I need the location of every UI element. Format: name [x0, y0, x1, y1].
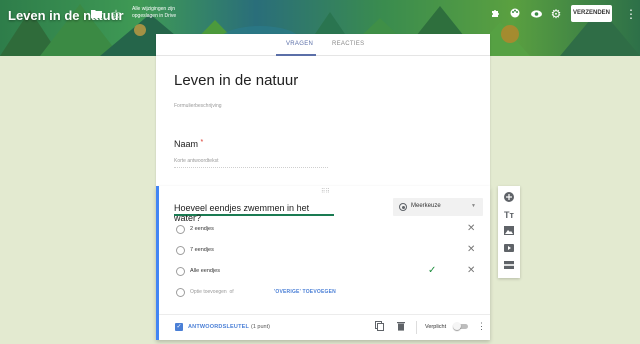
- send-button[interactable]: VERZENDEN: [571, 5, 612, 22]
- question-naam-text: Naam: [174, 139, 199, 149]
- answer-key-button[interactable]: ANTWOORDSLEUTEL: [188, 324, 249, 330]
- radio-icon: [176, 225, 185, 234]
- tab-questions[interactable]: VRAGEN: [286, 41, 313, 47]
- question-naam-label[interactable]: Naam *: [174, 139, 203, 149]
- delete-icon[interactable]: [397, 321, 405, 335]
- add-option-row: Optie toevoegen of 'OVERIGE' TOEVOEGEN: [176, 286, 481, 300]
- remove-option-icon[interactable]: ✕: [467, 244, 475, 255]
- duplicate-icon[interactable]: [375, 321, 384, 335]
- add-image-icon[interactable]: [503, 226, 515, 238]
- radio-checked-icon: [399, 203, 407, 211]
- add-video-icon[interactable]: [503, 243, 515, 255]
- option-label[interactable]: Alle eendjes: [190, 268, 220, 274]
- option-row[interactable]: 2 eendjes ✕: [176, 223, 481, 237]
- drag-handle-icon[interactable]: ⠿⠿: [321, 188, 330, 195]
- folder-icon[interactable]: [89, 7, 103, 21]
- app-title: Leven in de natuur: [8, 8, 124, 23]
- question-type-label: Meerkeuze: [411, 203, 441, 209]
- footer-divider: [416, 321, 417, 334]
- add-section-icon[interactable]: [503, 260, 515, 272]
- radio-icon: [176, 246, 185, 255]
- points-label: (1 punt): [251, 324, 270, 330]
- form-header-card: VRAGEN REACTIES Leven in de natuur Formu…: [156, 34, 490, 186]
- option-label[interactable]: 2 eendjes: [190, 226, 214, 232]
- top-bar: Leven in de natuur ☆ Alle wijzigingen zi…: [0, 0, 640, 30]
- short-answer-hint: Korte antwoordtekst: [174, 158, 328, 168]
- tab-responses[interactable]: REACTIES: [332, 41, 364, 47]
- puzzle-icon[interactable]: [489, 7, 503, 21]
- tab-indicator: [276, 54, 316, 56]
- save-status: Alle wijzigingen zijn opgeslagen in Driv…: [132, 6, 177, 19]
- add-question-icon[interactable]: [503, 192, 515, 204]
- tab-bar: VRAGEN REACTIES: [156, 34, 490, 56]
- answer-key-checkbox-icon[interactable]: ✓: [175, 323, 183, 331]
- palette-icon[interactable]: [508, 7, 522, 21]
- more-vert-icon[interactable]: ⋮: [624, 7, 638, 21]
- remove-option-icon[interactable]: ✕: [467, 265, 475, 276]
- option-label[interactable]: 7 eendjes: [190, 247, 214, 253]
- remove-option-icon[interactable]: ✕: [467, 223, 475, 234]
- dropdown-arrow-icon: ▼: [471, 203, 476, 209]
- correct-answer-check-icon: ✓: [428, 265, 437, 276]
- required-label: Verplicht: [425, 324, 447, 330]
- form-description-field[interactable]: Formulierbeschrijving: [174, 103, 222, 109]
- question-footer: ✓ ANTWOORDSLEUTEL (1 punt) Verplicht ⋮: [159, 314, 490, 340]
- gear-icon[interactable]: ⚙: [549, 7, 563, 21]
- star-icon[interactable]: ☆: [109, 7, 123, 21]
- active-question-card[interactable]: ⠿⠿ Hoeveel eendjes zwemmen in het water?…: [156, 186, 490, 340]
- required-toggle[interactable]: [453, 322, 468, 330]
- question-title-input[interactable]: Hoeveel eendjes zwemmen in het water?: [174, 201, 334, 223]
- add-title-icon[interactable]: Tт: [503, 209, 515, 221]
- radio-icon: [176, 288, 185, 297]
- option-row[interactable]: Alle eendjes ✓ ✕: [176, 265, 481, 279]
- option-row[interactable]: 7 eendjes ✕: [176, 244, 481, 258]
- question-toolbar: Tт: [498, 186, 520, 278]
- question-type-select[interactable]: Meerkeuze ▼: [393, 198, 483, 216]
- form-title[interactable]: Leven in de natuur: [174, 72, 298, 89]
- required-asterisk: *: [200, 139, 204, 146]
- add-option-link[interactable]: Optie toevoegen of: [190, 289, 234, 295]
- more-options-icon[interactable]: ⋮: [477, 321, 486, 332]
- radio-icon: [176, 267, 185, 276]
- add-other-link[interactable]: 'OVERIGE' TOEVOEGEN: [274, 289, 336, 295]
- eye-icon[interactable]: [529, 7, 543, 21]
- toggle-knob: [453, 322, 461, 330]
